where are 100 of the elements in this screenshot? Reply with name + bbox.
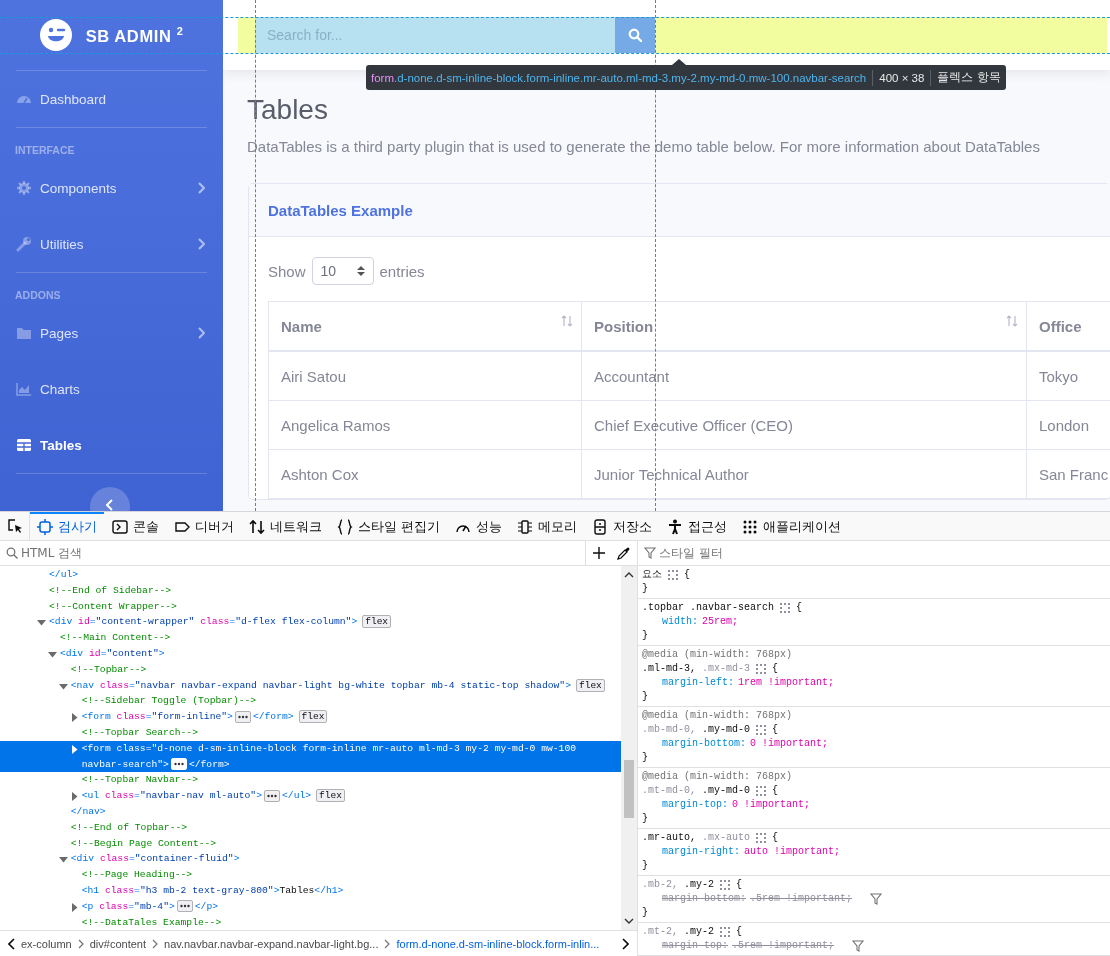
markup-line[interactable]: <!--Main Content--> xyxy=(0,630,621,646)
triangle-down-icon[interactable] xyxy=(58,855,68,865)
gear-icon xyxy=(16,180,32,196)
sidebar-item[interactable]: Components xyxy=(0,160,223,216)
breadcrumb-item[interactable]: form.d-none.d-sm-inline-block.form-inlin... xyxy=(395,938,601,950)
markup-line[interactable]: </ul> xyxy=(0,567,621,583)
sidebar-item[interactable]: Tables xyxy=(0,417,223,473)
dot-grid-icon xyxy=(742,519,759,535)
css-selector: .mr-auto, xyxy=(642,831,696,845)
markup-line[interactable]: <!--Page Heading--> xyxy=(0,867,621,883)
layout-badge[interactable]: flex xyxy=(316,789,345,803)
devtools-tab[interactable]: 디버거 xyxy=(167,512,241,540)
markup-line[interactable]: <div id="content-wrapper" class="d-flex flex-column"> flex xyxy=(0,614,621,631)
grid-icon[interactable] xyxy=(720,880,731,890)
frame-icon xyxy=(37,519,53,535)
grid-icon[interactable] xyxy=(720,927,731,937)
markup-line[interactable]: <p class="mb-4"> </p> xyxy=(0,898,621,915)
margin-highlight xyxy=(238,17,255,53)
layout-badge[interactable]: flex xyxy=(362,615,392,629)
updown-caret-icon xyxy=(356,265,365,277)
css-property: margin-left: xyxy=(662,676,734,690)
layout-badge[interactable]: flex xyxy=(576,678,605,692)
markup-line[interactable]: <form class="form-inline"> </form> flex xyxy=(0,709,621,725)
grid-icon[interactable] xyxy=(780,603,791,613)
grid-icon[interactable] xyxy=(756,725,767,735)
triangle-right-icon[interactable] xyxy=(69,902,79,912)
grid-icon[interactable] xyxy=(756,833,767,843)
markup-line[interactable]: <!--Sidebar Toggle (Topbar)--> xyxy=(0,693,621,710)
markup-line[interactable]: <!--Topbar Navbar--> xyxy=(0,772,621,789)
triangle-down-icon[interactable] xyxy=(58,681,68,691)
devtools-tab[interactable]: 접근성 xyxy=(660,512,735,540)
devtools-tab[interactable]: 저장소 xyxy=(585,512,660,540)
markup-line[interactable]: <!--Content Wrapper--> xyxy=(0,598,621,615)
cursor-in-box-icon xyxy=(6,518,23,534)
triangle-right-icon[interactable] xyxy=(69,744,79,754)
devtools-tab[interactable]: 성능 xyxy=(448,512,510,540)
devtools-tab[interactable]: 메모리 xyxy=(510,512,585,540)
media-query: @media (min-width: 768px) xyxy=(642,770,794,784)
table-cell: Chief Executive Officer (CEO) xyxy=(581,400,1027,450)
vertical-scrollbar[interactable] xyxy=(621,566,637,930)
markup-line[interactable]: <ul class="navbar-nav ml-auto"> </ul> flex xyxy=(0,788,621,804)
updown-arrows-icon xyxy=(249,519,265,535)
brace: } xyxy=(642,629,649,643)
breadcrumb-item[interactable]: ex-column xyxy=(20,938,73,950)
css-property: margin-bottom: xyxy=(662,892,746,906)
column-header[interactable]: Office xyxy=(1026,301,1110,351)
triangle-right-icon[interactable] xyxy=(69,792,79,802)
brace: } xyxy=(642,906,649,920)
sidebar-item[interactable]: Pages xyxy=(0,305,223,361)
markup-line[interactable]: <h1 class="h3 mb-2 text-gray-800">Tables</h1> xyxy=(0,882,621,899)
collapsed-content-badge[interactable] xyxy=(176,900,193,913)
style-filter-field[interactable]: 스타일 필터 xyxy=(659,546,1110,560)
css-property: margin-top: xyxy=(662,939,728,953)
layout-badge[interactable]: flex xyxy=(298,710,328,724)
collapsed-content-badge[interactable] xyxy=(234,710,251,723)
wrench-icon xyxy=(16,236,32,252)
triangle-down-icon[interactable] xyxy=(47,650,57,659)
markup-line[interactable]: <div id="content"> xyxy=(0,646,621,662)
entries-select[interactable]: 10 xyxy=(311,257,374,285)
grid-icon[interactable] xyxy=(668,570,678,580)
devtools-tab[interactable]: 콘솔 xyxy=(105,512,166,540)
markup-line[interactable]: <div class="container-fluid"> xyxy=(0,851,621,868)
markup-line[interactable]: <nav class="navbar navbar-expand navbar-light bg-white topbar mb-4 static-top shadow"> flex xyxy=(0,677,621,694)
css-property: width: xyxy=(662,615,698,629)
grid-icon[interactable] xyxy=(756,786,767,796)
brand-name[interactable]: SB ADMIN $^{2}$ xyxy=(85,24,184,46)
devtools-tab[interactable]: 검사기 xyxy=(30,512,104,540)
cabinet-icon xyxy=(592,519,609,535)
markup-line[interactable]: <!--Begin Page Content--> xyxy=(0,835,621,852)
html-search-field[interactable]: HTML 검색 xyxy=(21,546,585,560)
column-header[interactable]: Name xyxy=(268,301,582,351)
entries-label: entries xyxy=(379,262,425,280)
filter-icon[interactable] xyxy=(870,893,883,905)
collapsed-content-badge[interactable] xyxy=(264,789,280,802)
triangle-right-icon[interactable] xyxy=(69,713,79,723)
markup-line[interactable]: <!--DataTales Example--> xyxy=(0,914,621,930)
column-header[interactable]: Position xyxy=(581,301,1027,351)
table-cell: Ashton Cox xyxy=(268,449,582,499)
sidebar-item[interactable]: Utilities xyxy=(0,216,223,272)
scrollbar-thumb[interactable] xyxy=(624,760,634,818)
sidebar-item[interactable]: Dashboard xyxy=(0,71,223,127)
breadcrumb-item[interactable]: div#content xyxy=(88,938,147,950)
smiley-logo-icon xyxy=(39,19,72,51)
markup-line[interactable]: <!--Topbar--> xyxy=(0,661,621,678)
eyedropper-icon xyxy=(617,546,631,560)
grid-icon[interactable] xyxy=(756,664,767,674)
markup-line[interactable]: </nav> xyxy=(0,803,621,820)
card-title: DataTables Example xyxy=(268,201,413,219)
breadcrumb-item[interactable]: nav.navbar.navbar-expand.navbar-light.bg... xyxy=(163,938,380,950)
devtools-tab[interactable]: 스타일 편집기 xyxy=(330,512,448,540)
filter-icon[interactable] xyxy=(852,940,865,952)
markup-line[interactable]: <!--End of Sidebar--> xyxy=(0,582,621,599)
css-selector: .ml-md-3, xyxy=(642,662,696,676)
devtools-tab[interactable]: 네트워크 xyxy=(242,512,329,540)
markup-line[interactable]: <!--Topbar Search--> xyxy=(0,724,621,741)
devtools-tab[interactable]: 애플리케이션 xyxy=(735,512,849,540)
sidebar-item[interactable]: Charts xyxy=(0,361,223,417)
css-selector: .topbar .navbar-search xyxy=(642,601,775,615)
triangle-down-icon[interactable] xyxy=(37,618,46,628)
markup-line[interactable]: <!--End of Topbar--> xyxy=(0,819,621,836)
